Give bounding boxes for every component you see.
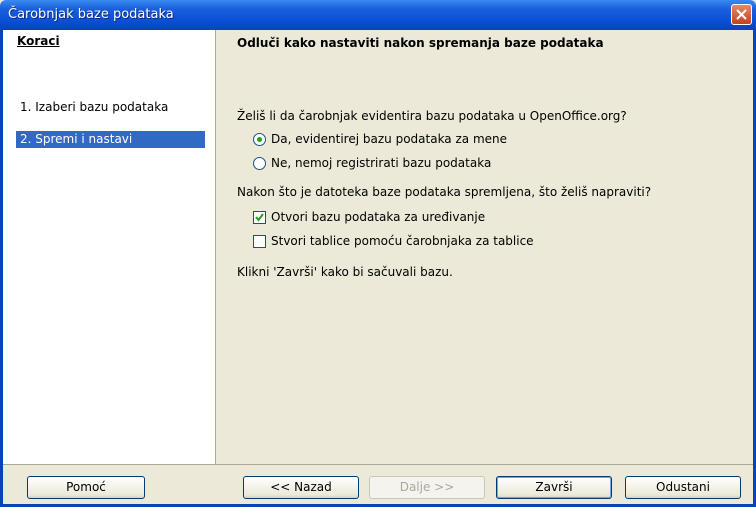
checkbox-open-database[interactable] (253, 211, 266, 224)
page-title: Odluči kako nastaviti nakon spremanja ba… (237, 36, 604, 50)
close-button[interactable] (731, 4, 752, 25)
steps-heading: Koraci (17, 34, 60, 48)
step-save-and-proceed[interactable]: 2. Spremi i nastavi (16, 131, 205, 148)
title-bar[interactable]: Čarobnjak baze podataka (0, 0, 756, 30)
checkbox-open-database-label[interactable]: Otvori bazu podataka za uređivanje (271, 210, 485, 224)
radio-register-yes-label[interactable]: Da, evidentirej bazu podataka za mene (271, 132, 507, 146)
help-button[interactable]: Pomoć (27, 476, 145, 499)
radio-selected-dot (257, 137, 262, 142)
window-title: Čarobnjak baze podataka (8, 7, 174, 22)
close-icon (736, 9, 747, 20)
radio-register-no[interactable] (253, 157, 266, 170)
cancel-button[interactable]: Odustani (625, 476, 741, 499)
radio-register-no-label[interactable]: Ne, nemoj registrirati bazu podataka (271, 156, 491, 170)
step-choose-database[interactable]: 1. Izaberi bazu podataka (16, 99, 205, 116)
after-save-question: Nakon što je datoteka baze podataka spre… (237, 185, 652, 199)
radio-register-yes[interactable] (253, 133, 266, 146)
checkmark-icon (255, 213, 264, 222)
steps-sidebar (3, 30, 216, 464)
footer-divider (3, 464, 753, 465)
finish-button[interactable]: Završi (496, 476, 612, 499)
back-button[interactable]: << Nazad (243, 476, 359, 499)
finish-hint: Klikni 'Završi' kako bi sačuvali bazu. (237, 265, 453, 279)
checkbox-create-tables[interactable] (253, 235, 266, 248)
next-button[interactable]: Dalje >> (369, 476, 485, 499)
checkbox-create-tables-label[interactable]: Stvori tablice pomoću čarobnjaka za tabl… (271, 234, 534, 248)
register-question: Želiš li da čarobnjak evidentira bazu po… (237, 109, 627, 123)
